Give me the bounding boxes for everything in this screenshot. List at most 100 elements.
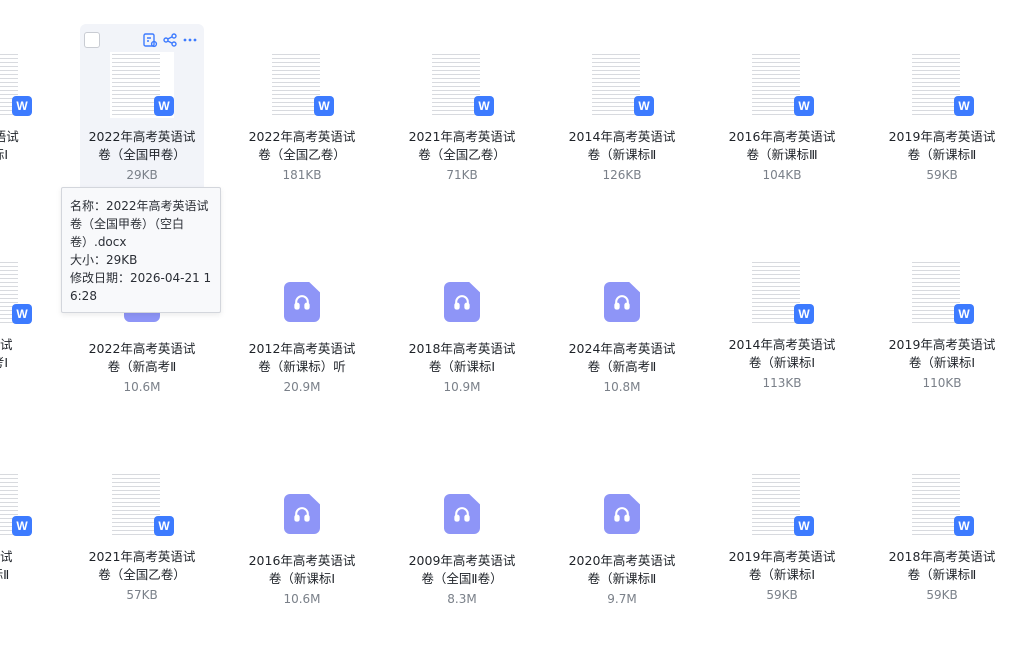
file-name: 2022年高考英语试 (88, 341, 196, 356)
file-name: 卷（新课标Ⅰ (428, 359, 496, 374)
word-doc-icon: W (794, 516, 814, 536)
file-size: 59KB (766, 588, 798, 602)
headphones-icon (444, 282, 480, 322)
file-tile[interactable]: 2020年高考英语试 卷（新课标Ⅱ 9.7M (560, 444, 684, 624)
word-doc-icon: W (954, 516, 974, 536)
file-tile[interactable]: W 语试考Ⅰ (0, 232, 62, 412)
file-tile[interactable]: 2012年高考英语试 卷（新课标）听 20.9M (240, 232, 364, 412)
file-name: 2024年高考英语试 (568, 341, 676, 356)
file-name: 卷（新高考Ⅱ (107, 359, 177, 374)
headphones-icon (604, 494, 640, 534)
select-checkbox[interactable] (84, 32, 100, 48)
file-name: 卷（全国甲卷） (98, 147, 186, 162)
tile-actions (80, 32, 204, 50)
word-doc-icon: W (954, 96, 974, 116)
share-icon[interactable] (162, 32, 178, 48)
file-name: 2014年高考英语试 (728, 337, 836, 352)
file-info-tooltip: 名称：2022年高考英语试 卷（全国甲卷）（空白 卷）.docx 大小：29KB… (61, 187, 221, 313)
document-thumbnail: W (910, 472, 974, 538)
file-tile[interactable]: 2016年高考英语试 卷（新课标Ⅰ 10.6M (240, 444, 364, 624)
file-size: 126KB (602, 168, 642, 182)
document-thumbnail: W (430, 52, 494, 118)
file-name: 卷（新课标Ⅰ (748, 567, 816, 582)
word-doc-icon: W (794, 96, 814, 116)
document-thumbnail: W (110, 52, 174, 118)
word-doc-icon: W (634, 96, 654, 116)
file-name: 2019年高考英语试 (728, 549, 836, 564)
file-name: 卷（全国Ⅱ卷） (421, 571, 503, 586)
file-grid: W英语试标ⅠW2022年高考英语试卷（全国甲卷）29KBW2022年高考英语试卷… (0, 0, 1031, 671)
file-tile[interactable]: W 2019年高考英语试 卷（新课标Ⅱ 59KB (880, 24, 1004, 204)
headphones-icon (604, 282, 640, 322)
file-size: 59KB (926, 168, 958, 182)
headphones-icon (284, 494, 320, 534)
file-name: 2018年高考英语试 (408, 341, 516, 356)
file-tile[interactable]: W 2019年高考英语试 卷（新课标Ⅰ 110KB (880, 232, 1004, 412)
file-name: 卷（新课标Ⅰ (908, 355, 976, 370)
file-tile[interactable]: W 2021年高考英语试 卷（全国乙卷） 71KB (400, 24, 524, 204)
file-name: 2016年高考英语试 (728, 129, 836, 144)
file-tile[interactable]: W 2016年高考英语试 卷（新课标Ⅲ 104KB (720, 24, 844, 204)
file-tile[interactable]: 2009年高考英语试 卷（全国Ⅱ卷） 8.3M (400, 444, 524, 624)
tooltip-line: 卷）.docx (70, 235, 127, 249)
file-size: 71KB (446, 168, 478, 182)
file-tile[interactable]: W 2022年高考英语试 卷（全国乙卷） 181KB (240, 24, 364, 204)
document-thumbnail: W (0, 260, 32, 326)
file-tile[interactable]: W 2014年高考英语试 卷（新课标Ⅰ 113KB (720, 232, 844, 412)
word-doc-icon: W (154, 96, 174, 116)
tooltip-line: 大小：29KB (70, 253, 138, 267)
document-thumbnail: W (270, 52, 334, 118)
image-text-icon[interactable] (142, 32, 158, 48)
file-name: 卷（新课标Ⅰ (748, 355, 816, 370)
file-tile[interactable]: W 2014年高考英语试 卷（新课标Ⅱ 126KB (560, 24, 684, 204)
file-name: 2022年高考英语试 (88, 129, 196, 144)
document-thumbnail: W (0, 472, 32, 538)
tooltip-line: 卷（全国甲卷）（空白 (70, 217, 185, 231)
file-name: 卷（新课标）听 (258, 359, 346, 374)
file-tile[interactable]: 2018年高考英语试 卷（新课标Ⅰ 10.9M (400, 232, 524, 412)
file-size: 181KB (282, 168, 322, 182)
file-tile[interactable]: W 2021年高考英语试 卷（全国乙卷） 57KB (80, 444, 204, 624)
document-thumbnail: W (910, 260, 974, 326)
document-thumbnail: W (910, 52, 974, 118)
file-tile[interactable]: W 英语试标Ⅰ (0, 24, 62, 204)
file-name: 2016年高考英语试 (248, 553, 356, 568)
file-tile[interactable]: W 2019年高考英语试 卷（新课标Ⅰ 59KB (720, 444, 844, 624)
word-doc-icon: W (12, 516, 32, 536)
document-thumbnail: W (750, 472, 814, 538)
word-doc-icon: W (474, 96, 494, 116)
file-name: 卷（全国乙卷） (418, 147, 506, 162)
file-size: 20.9M (283, 380, 321, 394)
file-size: 10.9M (443, 380, 481, 394)
word-doc-icon: W (12, 304, 32, 324)
word-doc-icon: W (314, 96, 334, 116)
file-name: 卷（新课标Ⅰ (268, 571, 336, 586)
file-tile[interactable]: W 语试标Ⅱ (0, 444, 62, 624)
file-name: 2012年高考英语试 (248, 341, 356, 356)
file-size: 8.3M (447, 592, 477, 606)
more-icon[interactable] (182, 32, 198, 48)
file-tile[interactable]: 2024年高考英语试 卷（新高考Ⅱ 10.8M (560, 232, 684, 412)
tooltip-line: 修改日期：2026-04-21 1 (70, 271, 212, 285)
file-name: 2018年高考英语试 (888, 549, 996, 564)
document-thumbnail: W (750, 260, 814, 326)
file-tile[interactable]: W 2018年高考英语试 卷（新课标Ⅱ 59KB (880, 444, 1004, 624)
file-size: 10.8M (603, 380, 641, 394)
headphones-icon (284, 282, 320, 322)
word-doc-icon: W (954, 304, 974, 324)
file-name: 卷（新课标Ⅱ (907, 567, 977, 582)
file-size: 57KB (126, 588, 158, 602)
file-name: 卷（全国乙卷） (98, 567, 186, 582)
tooltip-line: 6:28 (70, 289, 97, 303)
headphones-icon (444, 494, 480, 534)
file-size: 9.7M (607, 592, 637, 606)
file-tile[interactable]: W 2022年高考英语试 卷（全国甲卷） 29KB (80, 24, 204, 204)
file-name: 2020年高考英语试 (568, 553, 676, 568)
file-name: 卷（新高考Ⅱ (587, 359, 657, 374)
file-size: 113KB (762, 376, 802, 390)
file-name: 卷（新课标Ⅱ (587, 571, 657, 586)
file-size: 29KB (126, 168, 158, 182)
word-doc-icon: W (794, 304, 814, 324)
file-size: 104KB (762, 168, 802, 182)
file-size: 59KB (926, 588, 958, 602)
